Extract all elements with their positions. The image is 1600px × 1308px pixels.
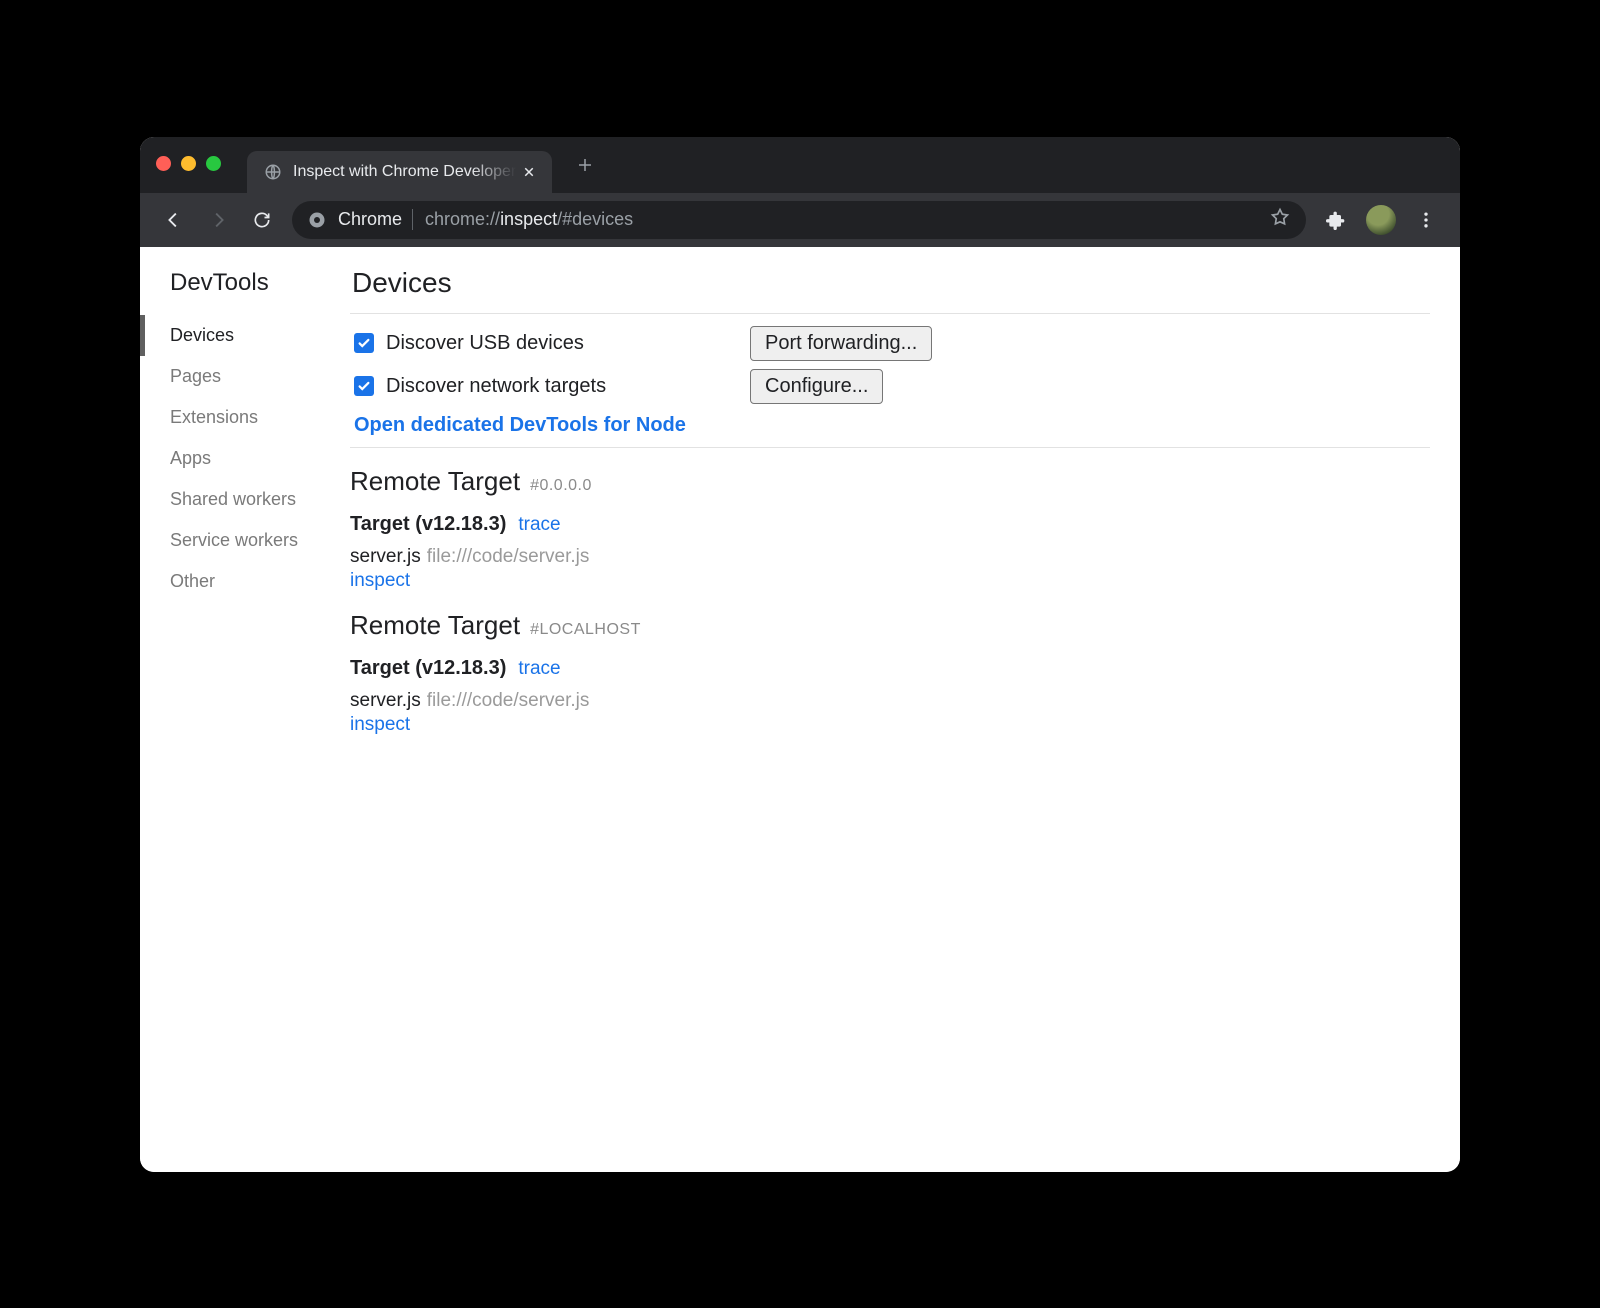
sidebar-item-shared-workers[interactable]: Shared workers [144, 479, 350, 520]
address-toolbar: Chrome chrome://inspect/#devices [140, 193, 1460, 247]
window-controls [156, 156, 221, 171]
tab-title: Inspect with Chrome Developer [293, 163, 516, 181]
titlebar: Inspect with Chrome Developer [140, 137, 1460, 193]
inspect-link[interactable]: inspect [350, 570, 1430, 592]
port-forwarding-button[interactable]: Port forwarding... [750, 326, 932, 361]
discover-network-row: Discover network targets Configure... [350, 369, 1430, 404]
sidebar-item-service-workers[interactable]: Service workers [144, 520, 350, 561]
chrome-icon [308, 211, 326, 229]
omnibox-product: Chrome [338, 209, 413, 230]
remote-target-header: Remote Target #0.0.0.0 [350, 466, 1430, 497]
close-window-icon[interactable] [156, 156, 171, 171]
target-title: Target (v12.18.3) [350, 657, 506, 679]
discover-usb-row: Discover USB devices Port forwarding... [350, 326, 1430, 361]
omnibox-url: chrome://inspect/#devices [425, 209, 633, 230]
close-tab-icon[interactable] [520, 163, 538, 181]
browser-window: Inspect with Chrome Developer Chrome chr… [140, 137, 1460, 1172]
inspect-link[interactable]: inspect [350, 714, 1430, 736]
target-file-name: server.js [350, 546, 421, 567]
trace-link[interactable]: trace [518, 658, 560, 679]
divider [350, 447, 1430, 448]
browser-tab[interactable]: Inspect with Chrome Developer [247, 151, 552, 193]
forward-button[interactable] [198, 200, 238, 240]
remote-target-label: Remote Target [350, 466, 520, 497]
new-tab-button[interactable] [570, 150, 600, 180]
trace-link[interactable]: trace [518, 514, 560, 535]
page-title: Devices [350, 267, 1430, 299]
discover-network-checkbox[interactable]: Discover network targets [350, 375, 750, 398]
remote-target: Remote Target #0.0.0.0 Target (v12.18.3) tr… [350, 466, 1430, 592]
sidebar-item-pages[interactable]: Pages [144, 356, 350, 397]
remote-target-hash: #LOCALHOST [530, 621, 641, 639]
open-node-devtools-link[interactable]: Open dedicated DevTools for Node [354, 414, 686, 436]
back-button[interactable] [154, 200, 194, 240]
divider [350, 313, 1430, 314]
sidebar-heading: DevTools [144, 269, 350, 315]
checkmark-icon [354, 376, 374, 396]
maximize-window-icon[interactable] [206, 156, 221, 171]
profile-avatar[interactable] [1366, 205, 1396, 235]
remote-target-hash: #0.0.0.0 [530, 477, 592, 495]
sidebar-item-apps[interactable]: Apps [144, 438, 350, 479]
remote-target-header: Remote Target #LOCALHOST [350, 610, 1430, 641]
globe-icon [263, 162, 283, 182]
main-panel: Devices Discover USB devices Port forwar… [350, 247, 1460, 1172]
menu-button[interactable] [1406, 200, 1446, 240]
extensions-button[interactable] [1316, 200, 1356, 240]
discover-usb-checkbox[interactable]: Discover USB devices [350, 332, 750, 355]
remote-target-label: Remote Target [350, 610, 520, 641]
sidebar: DevTools DevicesPagesExtensionsAppsShare… [140, 247, 350, 1172]
target-title: Target (v12.18.3) [350, 513, 506, 535]
sidebar-item-devices[interactable]: Devices [140, 315, 350, 356]
reload-button[interactable] [242, 200, 282, 240]
sidebar-item-other[interactable]: Other [144, 561, 350, 602]
configure-button[interactable]: Configure... [750, 369, 883, 404]
page-content: DevTools DevicesPagesExtensionsAppsShare… [140, 247, 1460, 1172]
checkmark-icon [354, 333, 374, 353]
address-bar[interactable]: Chrome chrome://inspect/#devices [292, 201, 1306, 239]
target-file-path: file:///code/server.js [427, 546, 590, 567]
bookmark-star-icon[interactable] [1270, 207, 1290, 232]
remote-target: Remote Target #LOCALHOST Target (v12.18.3)… [350, 610, 1430, 736]
sidebar-item-extensions[interactable]: Extensions [144, 397, 350, 438]
target-file-path: file:///code/server.js [427, 690, 590, 711]
minimize-window-icon[interactable] [181, 156, 196, 171]
target-file-name: server.js [350, 690, 421, 711]
